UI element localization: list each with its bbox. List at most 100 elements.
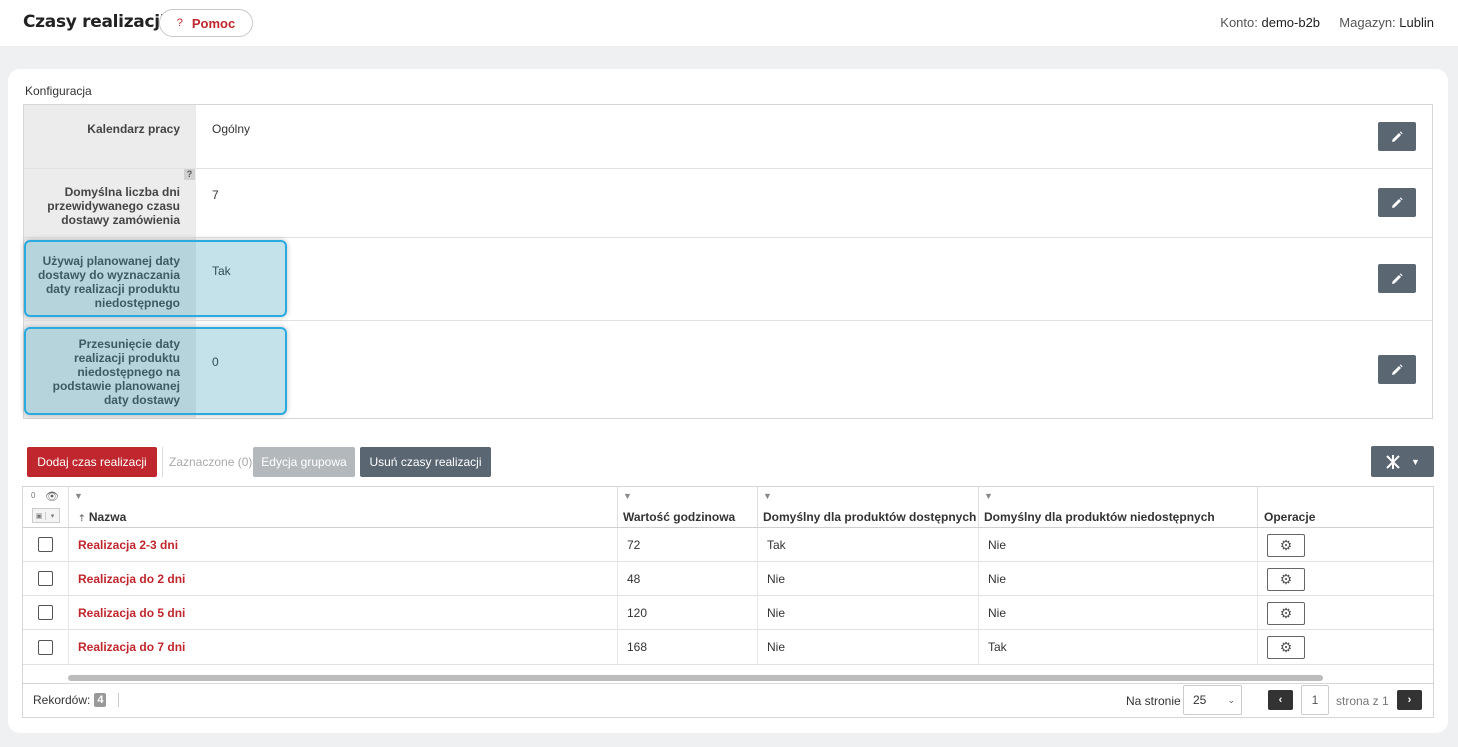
column-default-unavailable[interactable]: ▼ Domyślny dla produktów niedostępnych	[978, 487, 1257, 527]
default-unavailable-cell: Nie	[978, 562, 1257, 596]
row-checkbox[interactable]	[38, 571, 53, 586]
pencil-icon	[1392, 363, 1403, 375]
row-checkbox[interactable]	[38, 640, 53, 655]
filter-icon[interactable]: ▼	[984, 491, 993, 501]
default-available-cell: Tak	[757, 528, 978, 562]
default-unavailable-cell: Nie	[978, 596, 1257, 630]
warehouse-value: Lublin	[1399, 15, 1434, 30]
grid-header: 0 👁 ▣ ▾ ▼ ⇡ Nazwa ▼ Wartość godzinowa ▼ D…	[23, 487, 1433, 528]
gear-icon: ⚙	[1279, 604, 1293, 621]
horizontal-scrollbar[interactable]	[68, 675, 1323, 681]
column-label: Wartość godzinowa	[623, 510, 736, 524]
account-info: Konto: demo-b2b Magazyn: Lublin	[1220, 15, 1434, 30]
page-of-label: strona z 1	[1336, 694, 1389, 708]
delete-lead-times-button[interactable]: Usuń czasy realizacji	[360, 447, 491, 477]
warehouse-label: Magazyn:	[1339, 15, 1396, 30]
pencil-icon	[1392, 196, 1403, 208]
records-info: Rekordów: 4	[33, 693, 120, 707]
lead-time-name-link[interactable]: Realizacja do 5 dni	[78, 606, 185, 620]
row-operations-button[interactable]: ⚙	[1267, 567, 1305, 591]
help-marker-icon[interactable]: ?	[184, 169, 195, 180]
help-label: Pomoc	[191, 15, 236, 31]
column-label: Domyślny dla produktów niedostępnych	[984, 510, 1215, 524]
config-row-calendar: Kalendarz pracy Ogólny	[24, 105, 1432, 169]
table-row: Realizacja do 2 dni 48 Nie Nie ⚙	[23, 562, 1433, 596]
row-operations-button[interactable]: ⚙	[1267, 533, 1305, 557]
question-icon: ?	[176, 17, 183, 29]
default-available-cell: Nie	[757, 630, 978, 664]
column-hours[interactable]: ▼ Wartość godzinowa	[617, 487, 757, 527]
column-label: Domyślny dla produktów dostępnych	[763, 510, 977, 524]
select-column-header: 0 👁 ▣ ▾	[23, 487, 68, 527]
config-section-label: Konfiguracja	[25, 84, 92, 98]
config-row-value: Ogólny	[212, 122, 251, 136]
prev-page-button[interactable]: ‹	[1268, 690, 1293, 710]
per-page-label: Na stronie	[1126, 694, 1181, 708]
table-row: Realizacja do 5 dni 120 Nie Nie ⚙	[23, 596, 1433, 630]
per-page-select[interactable]: 25 ⌄	[1183, 685, 1242, 715]
edit-button[interactable]	[1378, 355, 1416, 384]
pencil-icon	[1392, 272, 1403, 284]
lead-time-name-link[interactable]: Realizacja 2-3 dni	[78, 538, 178, 552]
default-unavailable-cell: Tak	[978, 630, 1257, 664]
chevron-down-icon: ▼	[1411, 456, 1420, 467]
column-operations: Operacje	[1257, 487, 1433, 527]
account-value: demo-b2b	[1261, 15, 1321, 30]
gear-icon: ⚙	[1279, 638, 1293, 655]
lead-time-name-link[interactable]: Realizacja do 2 dni	[78, 572, 185, 586]
sort-up-icon: ⇡	[78, 513, 86, 523]
column-label: Nazwa	[88, 510, 127, 524]
account-label: Konto:	[1220, 15, 1258, 30]
grid-footer: Rekordów: 4 Na stronie 25 ⌄ ‹ 1 strona z…	[23, 683, 1433, 717]
row-checkbox[interactable]	[38, 605, 53, 620]
tools-menu-button[interactable]: ▼	[1371, 446, 1434, 477]
column-default-available[interactable]: ▼ Domyślny dla produktów dostępnych	[757, 487, 978, 527]
records-label: Rekordów:	[33, 693, 91, 707]
visible-count: 0	[31, 491, 36, 500]
default-unavailable-cell: Nie	[978, 528, 1257, 562]
selected-count: Zaznaczone (0)	[162, 447, 252, 477]
records-count-badge: 4	[94, 693, 107, 707]
next-page-button[interactable]: ›	[1397, 690, 1422, 710]
filter-icon[interactable]: ▼	[623, 491, 632, 501]
top-bar: Czasy realizacji ? Pomoc Konto: demo-b2b…	[0, 0, 1458, 46]
chevron-down-icon: ⌄	[1227, 694, 1235, 705]
page-number-input[interactable]: 1	[1301, 685, 1329, 715]
gear-icon: ⚙	[1279, 536, 1293, 553]
filter-icon[interactable]: ▼	[763, 491, 772, 501]
row-operations-button[interactable]: ⚙	[1267, 601, 1305, 625]
config-row-label: Kalendarz pracy	[24, 105, 196, 168]
hours-cell: 72	[617, 528, 757, 562]
edit-button[interactable]	[1378, 264, 1416, 293]
highlight-box	[24, 240, 287, 317]
wrench-icon	[1386, 454, 1400, 469]
group-edit-button[interactable]: Edycja grupowa	[253, 447, 355, 477]
lead-time-name-link[interactable]: Realizacja do 7 dni	[78, 640, 185, 654]
edit-button[interactable]	[1378, 122, 1416, 151]
default-available-cell: Nie	[757, 562, 978, 596]
highlight-box	[24, 327, 287, 415]
column-label: Operacje	[1264, 510, 1316, 524]
row-operations-button[interactable]: ⚙	[1267, 635, 1305, 659]
select-all-dropdown[interactable]: ▣ ▾	[32, 508, 60, 523]
default-available-cell: Nie	[757, 596, 978, 630]
filter-icon[interactable]: ▼	[74, 491, 83, 501]
lead-times-grid: 0 👁 ▣ ▾ ▼ ⇡ Nazwa ▼ Wartość godzinowa ▼ D…	[22, 486, 1434, 718]
page-title: Czasy realizacji	[23, 12, 166, 32]
table-row: Realizacja do 7 dni 168 Nie Tak ⚙	[23, 630, 1433, 665]
gear-icon: ⚙	[1279, 570, 1293, 587]
config-row-delivery-days: Domyślna liczba dni przewidywanego czasu…	[24, 169, 1432, 238]
row-checkbox[interactable]	[38, 537, 53, 552]
hours-cell: 168	[617, 630, 757, 664]
table-row: Realizacja 2-3 dni 72 Tak Nie ⚙	[23, 528, 1433, 562]
chevron-right-icon: ›	[1407, 694, 1412, 706]
hours-cell: 48	[617, 562, 757, 596]
eye-icon[interactable]: 👁	[45, 490, 59, 503]
edit-button[interactable]	[1378, 188, 1416, 217]
help-button[interactable]: ? Pomoc	[159, 9, 253, 37]
chevron-left-icon: ‹	[1278, 694, 1283, 706]
pencil-icon	[1392, 130, 1403, 142]
add-lead-time-button[interactable]: Dodaj czas realizacji	[27, 447, 157, 477]
column-name[interactable]: ▼ ⇡ Nazwa	[68, 487, 617, 527]
config-row-value: 7	[212, 188, 219, 202]
